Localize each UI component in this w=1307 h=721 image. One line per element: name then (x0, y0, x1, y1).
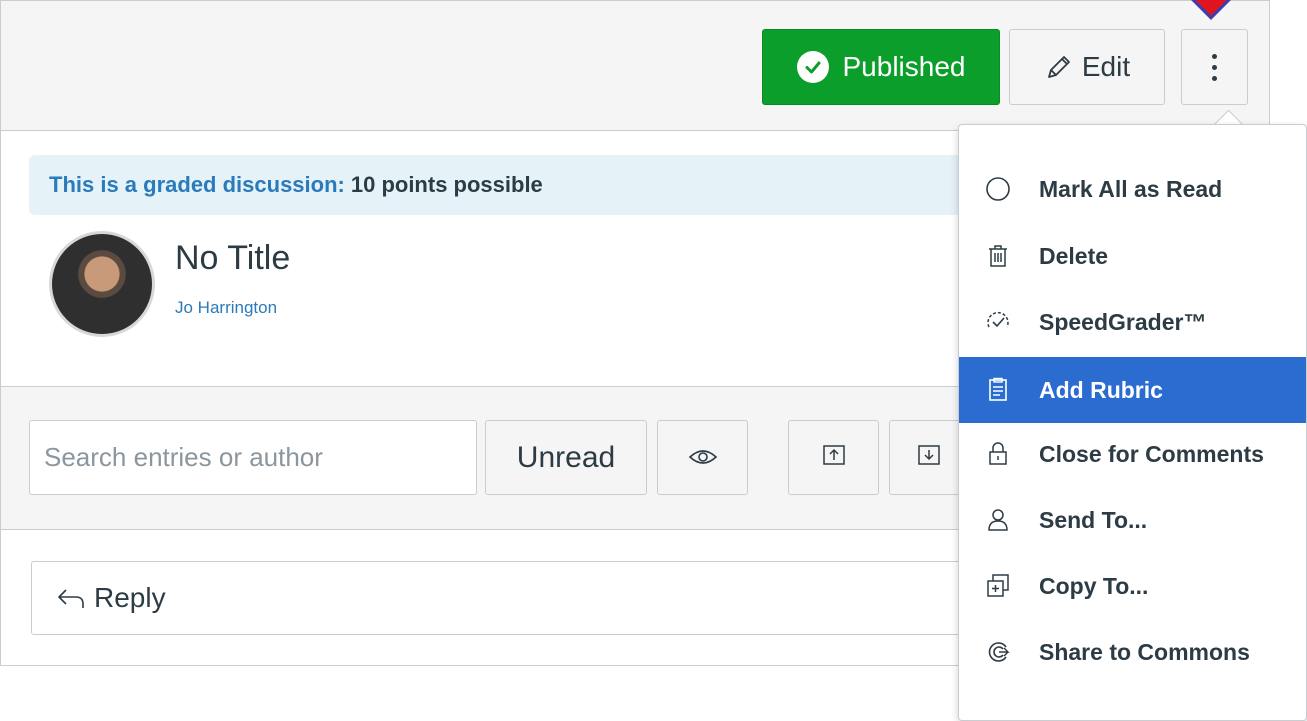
menu-item-label: Close for Comments (1039, 440, 1264, 467)
menu-item-label: Delete (1039, 242, 1109, 269)
edit-button[interactable]: Edit (1009, 29, 1165, 105)
lock-icon (985, 441, 1011, 467)
graded-points: 10 points possible (350, 172, 543, 197)
unread-label: Unread (516, 440, 616, 474)
menu-item-mark-all-read[interactable]: Mark All as Read (959, 156, 1306, 222)
commons-icon (985, 639, 1011, 665)
collapse-all-button[interactable] (788, 420, 879, 495)
menu-item-send-to[interactable]: Send To... (959, 487, 1306, 553)
menu-item-label: Mark All as Read (1039, 175, 1223, 202)
options-menu: Mark All as Read Delete SpeedGrader™ Add… (958, 124, 1307, 721)
published-button[interactable]: Published (762, 29, 1000, 105)
menu-item-label: Send To... (1039, 506, 1148, 533)
reply-button[interactable]: Reply (31, 561, 971, 635)
expand-all-button[interactable] (889, 420, 969, 495)
circle-icon (985, 176, 1011, 202)
author-link[interactable]: Jo Harrington (175, 298, 277, 318)
eye-icon (688, 442, 718, 474)
kebab-icon (1212, 53, 1217, 81)
speedgrader-icon (985, 309, 1011, 335)
user-icon (985, 507, 1011, 533)
menu-item-copy-to[interactable]: Copy To... (959, 553, 1306, 619)
menu-item-close-for-comments[interactable]: Close for Comments (959, 421, 1306, 487)
avatar[interactable] (49, 231, 155, 337)
check-icon (796, 51, 829, 83)
menu-item-add-rubric[interactable]: Add Rubric (959, 357, 1306, 423)
mark-read-button[interactable] (657, 420, 748, 495)
reply-icon (56, 586, 86, 610)
unread-filter-button[interactable]: Unread (485, 420, 647, 495)
menu-item-label: Share to Commons (1039, 638, 1250, 665)
edit-label: Edit (1081, 51, 1131, 82)
menu-item-share-to-commons[interactable]: Share to Commons (959, 619, 1306, 685)
published-label: Published (842, 51, 966, 82)
menu-item-label: Add Rubric (1039, 376, 1163, 403)
rubric-icon (985, 377, 1011, 403)
post-title: No Title (175, 239, 291, 277)
more-options-button[interactable] (1181, 29, 1248, 105)
pencil-icon (1044, 52, 1074, 82)
reply-label: Reply (94, 582, 166, 613)
menu-item-delete[interactable]: Delete (959, 223, 1306, 289)
collapse-icon (822, 442, 846, 474)
menu-item-label: Copy To... (1039, 572, 1149, 599)
search-input[interactable] (29, 420, 477, 495)
menu-item-speedgrader[interactable]: SpeedGrader™ (959, 289, 1306, 355)
trash-icon (985, 243, 1011, 269)
graded-discussion-banner: This is a graded discussion: 10 points p… (29, 155, 989, 215)
graded-label: This is a graded discussion: (49, 172, 345, 197)
expand-icon (917, 442, 941, 474)
menu-item-label: SpeedGrader™ (1039, 308, 1207, 335)
copy-icon (985, 573, 1011, 599)
